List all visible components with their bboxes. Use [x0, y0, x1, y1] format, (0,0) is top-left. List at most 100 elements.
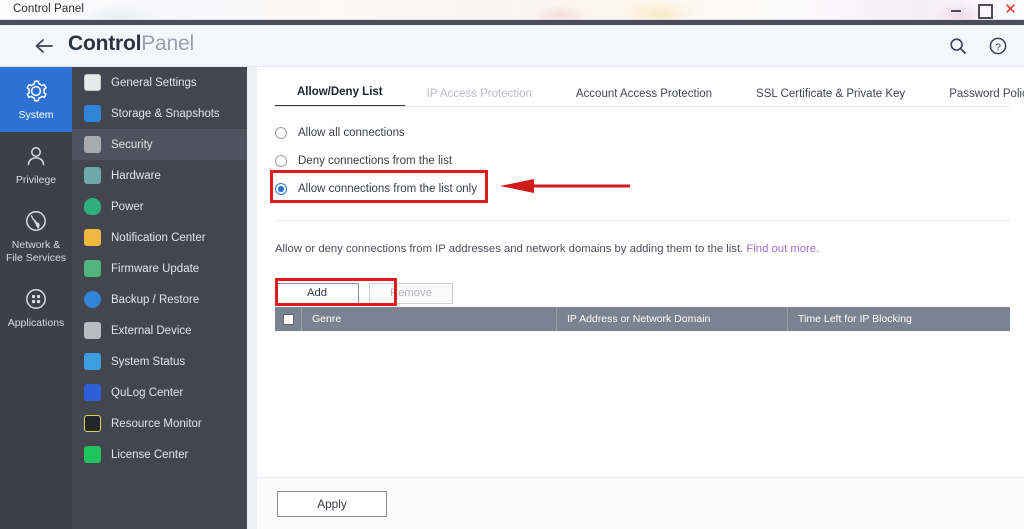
grid-icon	[23, 286, 49, 312]
table-header-row: Genre IP Address or Network Domain Time …	[275, 307, 1010, 331]
search-icon[interactable]	[948, 36, 968, 56]
sidebar-item-label: Hardware	[111, 169, 161, 182]
radio-deny-connections-from-list[interactable]: Deny connections from the list	[275, 147, 452, 175]
rail-item-system[interactable]: System	[0, 67, 72, 132]
sidebar-item-label: General Settings	[111, 76, 197, 89]
sidebar-item-label: Backup / Restore	[111, 293, 200, 306]
add-button[interactable]: Add	[275, 283, 359, 304]
sidebar-item-external-device[interactable]: External Device	[72, 315, 247, 346]
rail-item-label: Applications	[7, 316, 65, 329]
sidebar-item-label: Resource Monitor	[111, 417, 202, 430]
window-controls: ✕	[949, 2, 1018, 19]
tab-allow-deny-list[interactable]: Allow/Deny List	[275, 86, 405, 107]
tab-ssl-certificate-private-key[interactable]: SSL Certificate & Private Key	[734, 88, 927, 107]
radio-allow-connections-from-list-only[interactable]: Allow connections from the list only	[275, 175, 477, 203]
rail-item-privilege[interactable]: Privilege	[0, 132, 72, 197]
column-header-ip-address[interactable]: IP Address or Network Domain	[557, 307, 788, 331]
radio-label: Allow all connections	[298, 127, 405, 139]
sidebar-item-general-settings[interactable]: General Settings	[72, 67, 247, 98]
find-out-more-link[interactable]: Find out more.	[746, 243, 819, 255]
storage-icon	[84, 105, 101, 122]
sidebar-item-storage-snapshots[interactable]: Storage & Snapshots	[72, 98, 247, 129]
help-icon[interactable]: ?	[988, 36, 1008, 56]
maximize-icon[interactable]	[976, 2, 993, 19]
firmware-icon	[84, 260, 101, 277]
user-icon	[23, 143, 49, 169]
page-title: ControlPanel	[68, 32, 194, 56]
gear-icon	[23, 78, 49, 104]
sidebar-item-license-center[interactable]: License Center	[72, 439, 247, 470]
rail-item-label: System	[18, 108, 54, 121]
radio-allow-all-connections[interactable]: Allow all connections	[275, 119, 405, 147]
radio-indicator-selected	[275, 183, 287, 195]
section-divider	[275, 220, 1010, 221]
title-bar-wallpaper	[0, 0, 1024, 19]
sidebar-item-label: Notification Center	[111, 231, 206, 244]
content-footer: Apply	[257, 477, 1024, 529]
rail-item-label: Network & File Services	[5, 238, 67, 264]
sidebar-item-notification-center[interactable]: Notification Center	[72, 222, 247, 253]
tab-account-access-protection[interactable]: Account Access Protection	[554, 88, 734, 107]
minimize-icon[interactable]	[949, 2, 964, 17]
brand-bold: Control	[68, 32, 142, 55]
app-header: ControlPanel ?	[0, 25, 1024, 67]
sidebar-item-resource-monitor[interactable]: Resource Monitor	[72, 408, 247, 439]
rail-item-label: Privilege	[15, 173, 57, 186]
svg-text:?: ?	[995, 41, 1001, 53]
clipboard-icon	[84, 74, 101, 91]
sidebar-item-label: License Center	[111, 448, 189, 461]
header-actions: ?	[948, 36, 1008, 56]
radio-indicator	[275, 155, 287, 167]
hardware-icon	[84, 167, 101, 184]
tab-bar-rule	[275, 106, 1010, 107]
resource-monitor-icon	[84, 415, 101, 432]
sidebar-item-hardware[interactable]: Hardware	[72, 160, 247, 191]
sidebar-item-power[interactable]: Power	[72, 191, 247, 222]
checkbox-box	[282, 313, 294, 325]
rail-item-applications[interactable]: Applications	[0, 275, 72, 340]
sidebar-item-label: QuLog Center	[111, 386, 184, 399]
rail-item-network-file-services[interactable]: Network & File Services	[0, 197, 72, 275]
radio-label: Deny connections from the list	[298, 155, 453, 167]
sidebar-item-qulog-center[interactable]: QuLog Center	[72, 377, 247, 408]
qulog-icon	[84, 384, 101, 401]
monitor-icon	[84, 353, 101, 370]
select-all-checkbox[interactable]	[275, 307, 302, 331]
back-arrow-icon[interactable]	[33, 35, 55, 57]
radio-label: Allow connections from the list only	[298, 183, 477, 195]
sidebar-item-security[interactable]: Security	[72, 129, 247, 160]
secondary-sidebar: General Settings Storage & Snapshots Sec…	[72, 67, 247, 529]
brand-light: Panel	[141, 32, 194, 55]
globe-icon	[23, 208, 49, 234]
column-header-genre[interactable]: Genre	[302, 307, 557, 331]
tab-ip-access-protection[interactable]: IP Access Protection	[405, 88, 554, 107]
sidebar-item-firmware-update[interactable]: Firmware Update	[72, 253, 247, 284]
control-panel-window: Control Panel ✕ ControlPanel ? System Pr…	[0, 0, 1024, 529]
tab-password-policy[interactable]: Password Policy	[927, 88, 1024, 107]
power-bulb-icon	[84, 198, 101, 215]
radio-indicator	[275, 127, 287, 139]
tab-bar: Allow/Deny List IP Access Protection Acc…	[257, 79, 1024, 107]
apply-button[interactable]: Apply	[277, 491, 387, 517]
external-drive-icon	[84, 322, 101, 339]
window-title: Control Panel	[13, 3, 84, 15]
primary-sidebar: System Privilege Network & File Services	[0, 67, 72, 529]
allow-deny-table: Genre IP Address or Network Domain Time …	[275, 307, 1010, 440]
column-header-time-left[interactable]: Time Left for IP Blocking	[788, 307, 1010, 331]
sidebar-item-backup-restore[interactable]: Backup / Restore	[72, 284, 247, 315]
sidebar-item-label: Firmware Update	[111, 262, 200, 275]
lock-icon	[84, 136, 101, 153]
sidebar-content-divider	[247, 67, 257, 529]
backup-icon	[84, 291, 101, 308]
remove-button: Remove	[369, 283, 453, 304]
description-text: Allow or deny connections from IP addres…	[275, 243, 744, 255]
sidebar-item-system-status[interactable]: System Status	[72, 346, 247, 377]
list-toolbar: Add Remove	[275, 283, 453, 304]
main-content: Allow/Deny List IP Access Protection Acc…	[257, 67, 1024, 529]
close-icon[interactable]: ✕	[1003, 2, 1018, 17]
table-body-empty	[275, 331, 1010, 440]
bell-icon	[84, 229, 101, 246]
sidebar-item-label: System Status	[111, 355, 186, 368]
sidebar-item-label: External Device	[111, 324, 192, 337]
license-icon	[84, 446, 101, 463]
